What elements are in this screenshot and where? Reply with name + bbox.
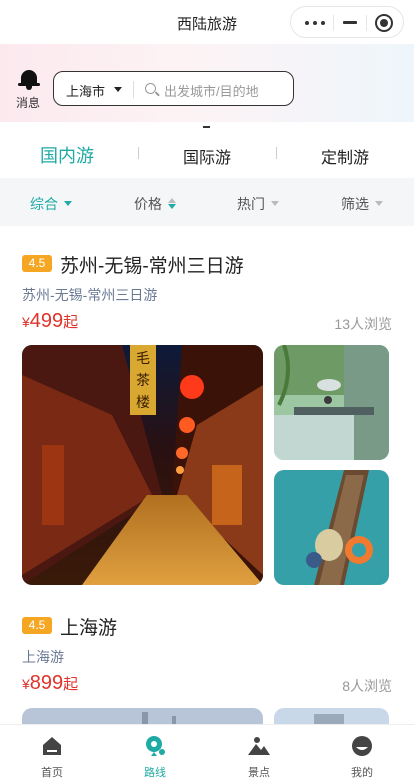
search-input[interactable]: 出发城市/目的地 <box>164 81 259 100</box>
sort-filter[interactable]: 筛选 <box>341 194 369 214</box>
message-label[interactable]: 消息 <box>16 94 40 111</box>
rating-badge: 4.5 <box>22 617 52 634</box>
product-price: ¥899起 <box>22 672 79 694</box>
route-pin-icon <box>146 736 165 756</box>
tab-mine[interactable]: 我的 <box>310 725 414 780</box>
more-icon[interactable] <box>305 21 325 25</box>
product-image-side[interactable] <box>274 345 389 460</box>
product-image-side[interactable] <box>274 470 389 585</box>
sort-hot[interactable]: 热门 <box>237 194 265 214</box>
search-header: 消息 上海市 出发城市/目的地 <box>0 44 414 122</box>
caret-down-icon[interactable] <box>114 87 122 92</box>
view-count: 8人浏览 <box>342 678 392 694</box>
product-card[interactable]: 4.5 苏州-无锡-常州三日游 苏州-无锡-常州三日游 ¥499起 13人浏览 … <box>0 226 414 596</box>
tab-indicator <box>203 126 210 128</box>
caret-down-icon <box>271 201 279 206</box>
home-icon <box>43 737 61 755</box>
product-subtitle: 上海游 <box>22 649 64 665</box>
product-image-main[interactable] <box>22 708 263 724</box>
title-bar: 西陆旅游 <box>0 0 414 44</box>
product-subtitle: 苏州-无锡-常州三日游 <box>22 287 158 303</box>
bell-icon[interactable] <box>18 68 40 90</box>
tab-attractions[interactable]: 景点 <box>207 725 311 780</box>
product-card[interactable]: 4.5 上海游 上海游 ¥899起 8人浏览 <box>0 596 414 724</box>
tab-custom[interactable]: 定制游 <box>321 144 369 168</box>
search-box[interactable]: 上海市 出发城市/目的地 <box>53 71 294 106</box>
sort-updown-icon <box>168 198 176 210</box>
bottom-tab-bar: 首页 路线 景点 我的 <box>0 724 414 780</box>
product-title: 苏州-无锡-常州三日游 <box>60 256 244 277</box>
sort-bar: 综合 价格 热门 筛选 <box>0 178 414 226</box>
product-image-main[interactable]: 毛 茶 楼 <box>22 345 263 585</box>
product-title: 上海游 <box>60 618 118 639</box>
tab-route[interactable]: 路线 <box>103 725 207 780</box>
view-count: 13人浏览 <box>334 316 392 332</box>
tab-domestic[interactable]: 国内游 <box>40 142 94 168</box>
svg-text:毛: 毛 <box>136 351 150 367</box>
sort-price[interactable]: 价格 <box>134 194 162 214</box>
rating-badge: 4.5 <box>22 255 52 272</box>
product-price: ¥499起 <box>22 310 79 332</box>
tab-international[interactable]: 国际游 <box>183 144 231 168</box>
tab-home[interactable]: 首页 <box>0 725 104 780</box>
search-icon <box>145 83 156 94</box>
category-tabs: 国内游 国际游 定制游 <box>0 122 414 178</box>
city-selector[interactable]: 上海市 <box>66 81 105 100</box>
close-target-icon[interactable] <box>375 14 393 32</box>
caret-down-icon <box>64 201 72 206</box>
miniprogram-capsule <box>290 6 404 38</box>
caret-down-icon <box>375 201 383 206</box>
minimize-icon[interactable] <box>343 21 357 24</box>
profile-icon <box>352 736 372 756</box>
mountain-icon <box>248 737 270 755</box>
svg-text:楼: 楼 <box>136 395 150 411</box>
svg-text:茶: 茶 <box>136 373 150 389</box>
sort-comprehensive[interactable]: 综合 <box>30 194 58 214</box>
product-image-side[interactable] <box>274 708 389 724</box>
